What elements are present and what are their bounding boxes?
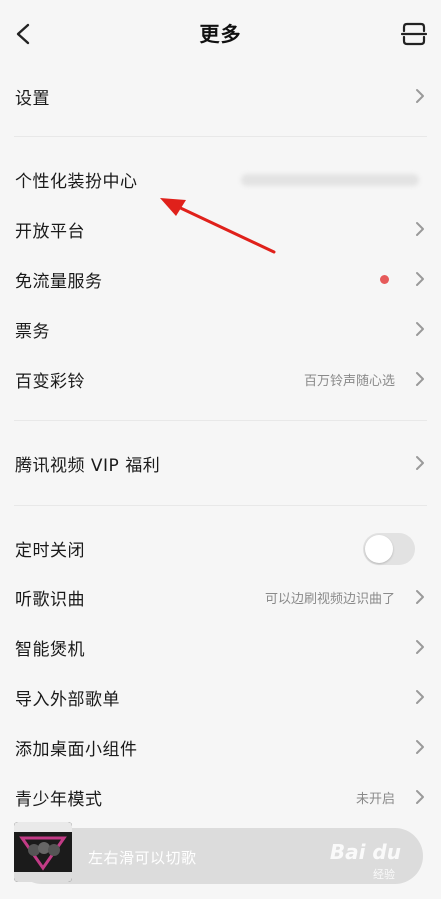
personalize-center-label: 个性化装扮中心 bbox=[15, 172, 138, 192]
sleep-timer-label: 定时关闭 bbox=[15, 541, 85, 561]
sleep-timer-toggle[interactable] bbox=[363, 533, 415, 565]
personalize-center-row[interactable]: 个性化装扮中心 bbox=[0, 155, 441, 205]
baidu-watermark: Bai du bbox=[329, 840, 401, 864]
scan-icon[interactable] bbox=[401, 22, 427, 46]
ringtone-row[interactable]: 百变彩铃 百万铃声随心选 bbox=[0, 355, 441, 405]
album-cover[interactable] bbox=[14, 822, 72, 882]
ringtone-hint: 百万铃声随心选 bbox=[303, 374, 395, 389]
open-platform-label: 开放平台 bbox=[15, 222, 85, 242]
chevron-right-icon bbox=[416, 640, 424, 654]
tickets-label: 票务 bbox=[15, 322, 50, 342]
tencent-video-vip-label: 腾讯视频 VIP 福利 bbox=[15, 456, 161, 476]
section-divider bbox=[14, 136, 427, 137]
teen-mode-hint: 未开启 bbox=[355, 792, 395, 807]
settings-row[interactable]: 设置 bbox=[0, 72, 441, 122]
chevron-right-icon bbox=[416, 272, 424, 286]
album-art-icon bbox=[14, 822, 72, 882]
settings-label: 设置 bbox=[15, 89, 50, 109]
teen-mode-row[interactable]: 青少年模式 未开启 bbox=[0, 773, 441, 823]
chevron-right-icon bbox=[416, 456, 424, 470]
add-widget-label: 添加桌面小组件 bbox=[15, 740, 138, 760]
chevron-right-icon bbox=[416, 740, 424, 754]
tencent-video-vip-row[interactable]: 腾讯视频 VIP 福利 bbox=[0, 439, 441, 489]
smart-burn-in-row[interactable]: 智能煲机 bbox=[0, 623, 441, 673]
chevron-right-icon bbox=[416, 690, 424, 704]
section-divider bbox=[14, 420, 427, 421]
sleep-timer-row: 定时关闭 bbox=[0, 524, 441, 574]
top-bar: 更多 bbox=[0, 0, 441, 68]
toggle-knob bbox=[365, 535, 393, 563]
chevron-right-icon bbox=[416, 790, 424, 804]
chevron-right-icon bbox=[416, 322, 424, 336]
song-recognition-row[interactable]: 听歌识曲 可以边刷视频边识曲了 bbox=[0, 573, 441, 623]
song-recognition-label: 听歌识曲 bbox=[15, 590, 85, 610]
tickets-row[interactable]: 票务 bbox=[0, 305, 441, 355]
section-divider bbox=[14, 505, 427, 506]
import-playlist-label: 导入外部歌单 bbox=[15, 690, 120, 710]
ringtone-label: 百变彩铃 bbox=[15, 372, 85, 392]
open-platform-row[interactable]: 开放平台 bbox=[0, 205, 441, 255]
free-data-service-label: 免流量服务 bbox=[15, 272, 103, 292]
chevron-right-icon bbox=[416, 372, 424, 386]
teen-mode-label: 青少年模式 bbox=[15, 790, 103, 810]
baidu-watermark-sub: 经验 bbox=[373, 868, 395, 881]
chevron-right-icon bbox=[416, 89, 424, 103]
free-data-service-row[interactable]: 免流量服务 bbox=[0, 255, 441, 305]
add-widget-row[interactable]: 添加桌面小组件 bbox=[0, 723, 441, 773]
blurred-hint bbox=[241, 174, 419, 186]
notification-dot bbox=[380, 275, 389, 284]
smart-burn-in-label: 智能煲机 bbox=[15, 640, 85, 660]
chevron-right-icon bbox=[416, 590, 424, 604]
import-playlist-row[interactable]: 导入外部歌单 bbox=[0, 673, 441, 723]
swipe-to-switch-hint: 左右滑可以切歌 bbox=[88, 849, 197, 867]
page-title: 更多 bbox=[199, 22, 242, 46]
song-recognition-hint: 可以边刷视频边识曲了 bbox=[264, 592, 395, 607]
chevron-right-icon bbox=[416, 222, 424, 236]
